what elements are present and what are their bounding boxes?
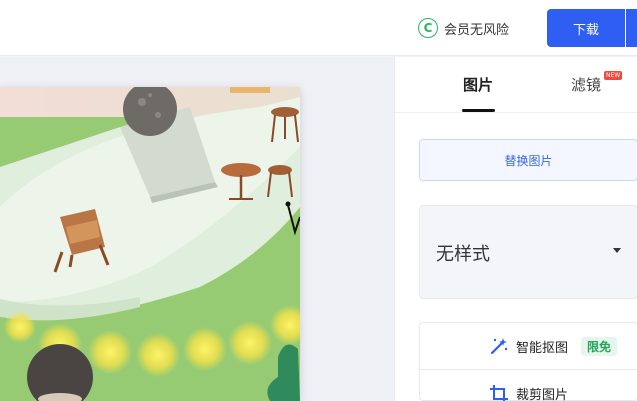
image-tools: 智能抠图 限免 裁剪图片 — [419, 322, 637, 401]
smart-cutout-tool[interactable]: 智能抠图 限免 — [420, 323, 637, 370]
replace-image-button[interactable]: 替换图片 — [419, 139, 637, 181]
vip-guarantee[interactable]: C 会员无风险 — [418, 17, 509, 39]
vip-label: 会员无风险 — [444, 22, 510, 38]
illustration — [0, 87, 300, 401]
download-button[interactable]: 下载 — [547, 9, 625, 47]
tab-image[interactable]: 图片 — [463, 74, 493, 95]
magic-wand-icon — [489, 336, 509, 356]
caret-down-icon — [613, 248, 621, 253]
tab-filter[interactable]: 滤镜 — [571, 74, 601, 95]
crop-image-tool[interactable]: 裁剪图片 — [420, 370, 637, 401]
design-image[interactable] — [0, 87, 300, 401]
new-badge: NEW — [604, 71, 623, 80]
properties-panel: 图片 滤镜 NEW 替换图片 无样式 智能抠图 限免 裁剪图片 — [394, 57, 637, 401]
active-tab-indicator — [462, 109, 495, 112]
download-dropdown-button[interactable] — [626, 9, 637, 47]
crop-icon — [489, 384, 509, 401]
style-dropdown[interactable]: 无样式 — [419, 205, 637, 299]
style-dropdown-value: 无样式 — [436, 244, 490, 265]
panel-tabs: 图片 滤镜 NEW — [395, 57, 637, 113]
crop-image-label: 裁剪图片 — [516, 388, 569, 401]
top-bar: C 会员无风险 下载 — [0, 0, 637, 56]
smart-cutout-label: 智能抠图 — [516, 340, 569, 356]
copyright-c-icon: C — [418, 18, 438, 38]
free-badge: 限免 — [581, 336, 618, 356]
